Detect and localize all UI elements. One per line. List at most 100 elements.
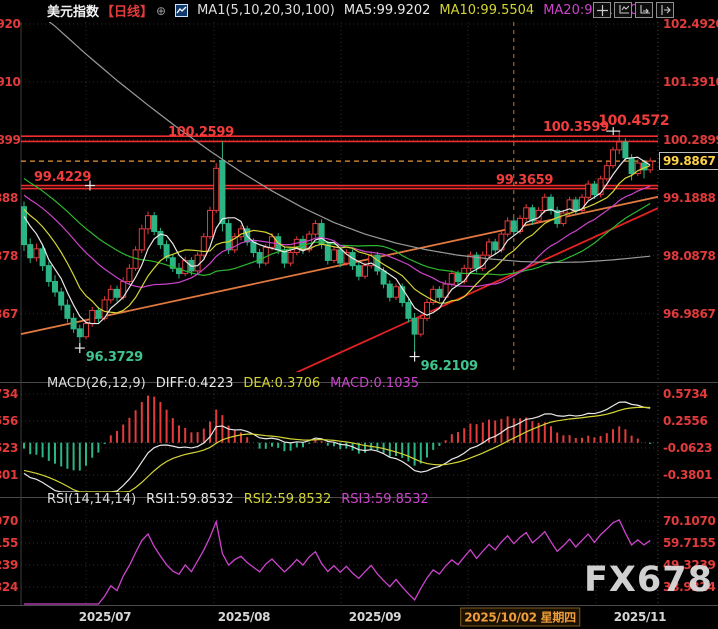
macd-axis-tick-left: 0.5734 — [0, 387, 18, 401]
candle-body — [566, 199, 573, 214]
chart-canvas[interactable] — [0, 0, 718, 629]
candle-body — [138, 228, 145, 251]
candle-body — [95, 309, 102, 319]
macd-axis-tick: -0.3801 — [663, 468, 713, 482]
macd-title: MACD(26,12,9) — [47, 376, 146, 391]
price-axis-tick-left: 96.9867 — [0, 306, 18, 321]
candle-body — [504, 220, 511, 235]
price-axis-tick: 101.3910 — [663, 74, 718, 89]
rsi-axis-tick-left: 38.9324 — [0, 579, 18, 594]
candle-body — [628, 157, 635, 175]
candle-body — [45, 265, 52, 282]
crosshair-date-label: 2025/10/02 星期四 — [460, 607, 580, 627]
price-line-label: 100.2599 — [168, 125, 234, 141]
symbol-name: 美元指数 — [47, 5, 100, 20]
price-axis-tick: 96.9867 — [663, 306, 716, 321]
candle-body — [523, 207, 530, 219]
ma30-line — [23, 177, 651, 276]
candle-body — [207, 209, 213, 238]
rsi-axis-tick: 70.1070 — [663, 513, 716, 528]
price-axis-tick-left: 99.1888 — [0, 190, 18, 205]
candle-body — [486, 241, 492, 256]
macd-axis-tick: 0.2556 — [663, 414, 708, 428]
rsi2-value: RSI2:59.8532 — [243, 492, 332, 507]
candle-body — [250, 241, 257, 254]
candle-body — [200, 236, 207, 256]
candle-body — [492, 241, 499, 251]
date-axis-label: 2025/08 — [217, 610, 271, 624]
rsi-axis-tick-left: 70.1070 — [0, 513, 18, 528]
high-price-label: 100.4572 — [598, 113, 670, 130]
chart-app-window: 美元指数 【日线】 ⊕ MA1(5,10,20,30,100) MA5:99.9… — [0, 0, 718, 629]
candle-body — [114, 288, 120, 298]
price-axis-tick: 100.2899 — [663, 132, 718, 147]
date-axis-label: 2025/09 — [348, 610, 402, 624]
pane-shift-button[interactable] — [656, 2, 674, 18]
candle-body — [83, 323, 89, 338]
price-axis-tick-left: 98.0878 — [0, 248, 18, 263]
date-axis-label: 2025/11 — [613, 610, 667, 624]
macd-pane-header: MACD(26,12,9) DIFF:0.4223 DEA:0.3706 MAC… — [47, 376, 419, 391]
candle-body — [52, 280, 58, 293]
candle-body — [374, 254, 381, 272]
candle-body — [256, 252, 263, 264]
candle-body — [145, 215, 151, 230]
candle-body — [647, 160, 654, 171]
y-axis-scale-button[interactable] — [614, 2, 632, 18]
candle-body — [622, 141, 629, 159]
candle-body — [603, 165, 610, 180]
rsi-line — [24, 518, 651, 605]
rsi-axis-tick: 59.7155 — [663, 535, 716, 550]
macd-diff-value: DIFF:0.4223 — [155, 376, 234, 391]
candle-body — [448, 273, 455, 285]
chart-header: 美元指数 【日线】 ⊕ MA1(5,10,20,30,100) MA5:99.9… — [47, 1, 638, 20]
price-axis-tick: 102.4920 — [663, 17, 718, 31]
candle-body — [70, 317, 77, 330]
candle-body — [417, 317, 424, 335]
macd-macd-value: MACD:0.1035 — [330, 376, 420, 391]
candle-body — [27, 244, 34, 259]
price-line-label: 99.3659 — [496, 172, 554, 188]
candle-body — [39, 248, 46, 267]
extreme-marks — [74, 127, 621, 362]
candle-body — [269, 236, 275, 248]
macd-axis-tick: 0.5734 — [663, 387, 708, 401]
macd-dea-line — [23, 406, 651, 492]
candle-body — [33, 248, 40, 259]
candle-body — [287, 252, 294, 264]
chart-style-icon[interactable] — [175, 4, 189, 17]
price-axis-tick-left: 100.2899 — [0, 132, 21, 147]
candle-body — [151, 215, 158, 232]
candle-body — [157, 230, 164, 246]
ma-settings-label: MA1(5,10,20,30,100) — [197, 3, 335, 18]
macd-axis-tick-left: -0.0623 — [0, 441, 18, 455]
rsi3-value: RSI3:59.8532 — [341, 492, 429, 507]
macd-diff-line — [23, 401, 651, 492]
candle-body — [585, 183, 592, 198]
x-axis-scale-button[interactable] — [635, 2, 653, 18]
crosshair-tool-button[interactable] — [593, 2, 611, 18]
rsi-title: RSI(14,14,14) — [47, 492, 137, 507]
rsi-axis-tick-left: 49.3239 — [0, 557, 18, 572]
ma5-value: MA5:99.9202 — [343, 3, 431, 18]
candle-body — [591, 183, 598, 196]
candle-body — [262, 246, 269, 264]
candle-body — [455, 273, 461, 282]
candle-body — [405, 302, 412, 319]
macd-histogram — [23, 395, 652, 471]
candle-body — [76, 328, 83, 338]
link-icon[interactable]: ⊕ — [156, 4, 166, 18]
low-price-label: 96.2109 — [420, 358, 478, 374]
candle-body — [225, 223, 232, 251]
price-axis-tick-left: 101.3910 — [0, 74, 21, 89]
candle-body — [436, 288, 443, 298]
rsi-axis-tick-left: 59.7155 — [0, 535, 18, 550]
period-label: 【日线】 — [101, 5, 154, 20]
candle-body — [219, 159, 226, 225]
ma5-line — [23, 156, 651, 325]
candle-body — [572, 199, 579, 211]
price-axis-tick: 99.1888 — [663, 190, 716, 205]
candle-body — [107, 288, 114, 301]
candle-body — [393, 286, 399, 298]
low-price-label: 96.3729 — [85, 350, 143, 366]
